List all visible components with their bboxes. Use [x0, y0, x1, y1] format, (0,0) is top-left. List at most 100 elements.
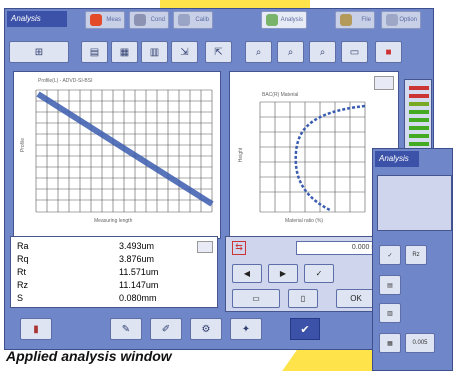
material-chart-title: BAC(R) Material [262, 92, 299, 98]
next-button[interactable]: ▶ [268, 264, 298, 283]
result-value: 11.571um [119, 267, 159, 277]
result-value: 3.493um [119, 241, 155, 251]
w2-rz-button[interactable]: Rz [405, 245, 427, 265]
table-icon: ▦ [387, 340, 393, 347]
export-icon: ⇲ [180, 46, 189, 58]
grid-icon: ⊞ [34, 46, 44, 58]
zoom-in-icon: ⌕ [287, 46, 294, 58]
tab-analysis[interactable]: Analysis [261, 11, 307, 29]
window-title: Analysis [7, 11, 67, 27]
stop-button[interactable]: ■ [375, 41, 402, 63]
print-icon: ▤ [89, 46, 100, 58]
window-title: Analysis [375, 151, 419, 167]
measure-icon [90, 14, 102, 26]
tool-button-1[interactable]: ✎ [110, 318, 142, 340]
export-button[interactable]: ⇲ [171, 41, 198, 63]
table-button[interactable]: ▦ [111, 41, 138, 63]
tab-label: Meas [106, 17, 121, 23]
w2-value-button[interactable]: 0.005 [405, 333, 435, 353]
tab-label: Calib [195, 17, 209, 23]
meter-bar [409, 86, 429, 90]
w2-button[interactable]: ▦ [379, 333, 401, 353]
profile-chart-xlabel: Measuring length [94, 218, 133, 224]
edit-icon: ✐ [161, 323, 171, 335]
confirm-button[interactable]: ✔ [290, 318, 320, 340]
caption: Applied analysis window [6, 348, 172, 364]
grid-button[interactable]: ⊞ [9, 41, 69, 63]
results-corner-button[interactable] [197, 241, 213, 253]
zoom-out-icon: ⌕ [319, 46, 326, 58]
meter-bar [409, 134, 429, 138]
tool-button-3[interactable]: ⚙ [190, 318, 222, 340]
list-icon: ▥ [387, 310, 393, 317]
results-panel: Ra 3.493um Rq 3.876um Rt 11.571um Rz 11.… [10, 236, 218, 308]
meter-bar [409, 118, 429, 122]
meter-bar [409, 102, 429, 106]
import-icon: ⇱ [214, 46, 223, 58]
prev-button[interactable]: ◀ [232, 264, 262, 283]
w2-button[interactable]: ✓ [379, 245, 401, 265]
meter-bar [409, 94, 429, 98]
tab-measure[interactable]: Meas [85, 11, 125, 29]
exit-button[interactable]: ▮ [20, 318, 52, 340]
settings-icon: ⚙ [201, 323, 211, 335]
vertical-button[interactable]: ▯ [288, 289, 318, 308]
second-analysis-window: Analysis ✓ Rz ▤ ▥ ▦ 0.005 [372, 148, 453, 371]
table-icon: ▦ [119, 46, 130, 58]
material-ratio-curve [294, 104, 366, 212]
result-name: Rt [17, 267, 26, 277]
cursor-icon: ⇆ [232, 241, 246, 255]
control-panel: ⇆ 0.000 mm ◀ ▶ ✓ ▭ ▯ OK [225, 236, 395, 312]
analysis-icon [266, 14, 278, 26]
profile-chart: Profile(L) - ADVD-SI-BSI Measuring lengt… [13, 71, 221, 239]
tab-option[interactable]: Option [381, 11, 421, 29]
fit-icon: ▭ [349, 46, 360, 58]
meter-bar [409, 142, 429, 146]
w2-button[interactable]: ▤ [379, 275, 401, 295]
result-name: Ra [17, 241, 29, 251]
result-value: 0.080mm [119, 293, 157, 303]
meter-bar [409, 110, 429, 114]
grid-icon: ▤ [387, 282, 393, 289]
check-icon: ✔ [300, 323, 310, 336]
zoom-icon: ⌕ [255, 46, 262, 58]
option-icon [386, 14, 398, 26]
print-button[interactable]: ▤ [81, 41, 108, 63]
graph-button[interactable]: ▥ [141, 41, 168, 63]
material-chart-ylabel: Height [238, 147, 245, 163]
check-icon: ✓ [387, 252, 393, 259]
tab-condition[interactable]: Cond [129, 11, 169, 29]
chart-corner-button[interactable] [374, 76, 394, 90]
file-icon [340, 14, 352, 26]
window2-panel [377, 175, 452, 231]
tab-label: Cond [150, 17, 165, 23]
result-name: S [17, 293, 24, 303]
profile-trace [36, 91, 214, 207]
tab-label: Option [399, 17, 417, 23]
tab-calibrate[interactable]: Calib [173, 11, 213, 29]
result-value: 3.876um [119, 254, 155, 264]
background-stripe-top [160, 0, 310, 8]
check-button[interactable]: ✓ [304, 264, 334, 283]
zoom-out-button[interactable]: ⌕ [309, 41, 336, 63]
profile-chart-ylabel: Profile [20, 137, 27, 153]
zoom-in-button[interactable]: ⌕ [277, 41, 304, 63]
tab-label: File [361, 17, 371, 23]
profile-chart-svg [35, 89, 214, 213]
fit-button[interactable]: ▭ [341, 41, 368, 63]
tab-file[interactable]: File [335, 11, 375, 29]
tool-button-2[interactable]: ✐ [150, 318, 182, 340]
condition-icon [134, 14, 146, 26]
graph-icon: ▥ [149, 46, 160, 58]
exit-icon: ▮ [33, 323, 39, 335]
meter-bar [409, 126, 429, 130]
zoom-button[interactable]: ⌕ [245, 41, 272, 63]
result-value: 11.147um [119, 280, 159, 290]
tool-button-4[interactable]: ✦ [230, 318, 262, 340]
w2-button[interactable]: ▥ [379, 303, 401, 323]
tab-label: Analysis [280, 17, 303, 23]
wrench-icon: ✎ [121, 323, 131, 335]
fit-view-button[interactable]: ▭ [232, 289, 280, 308]
import-button[interactable]: ⇱ [205, 41, 232, 63]
ok-button[interactable]: OK [336, 289, 376, 308]
